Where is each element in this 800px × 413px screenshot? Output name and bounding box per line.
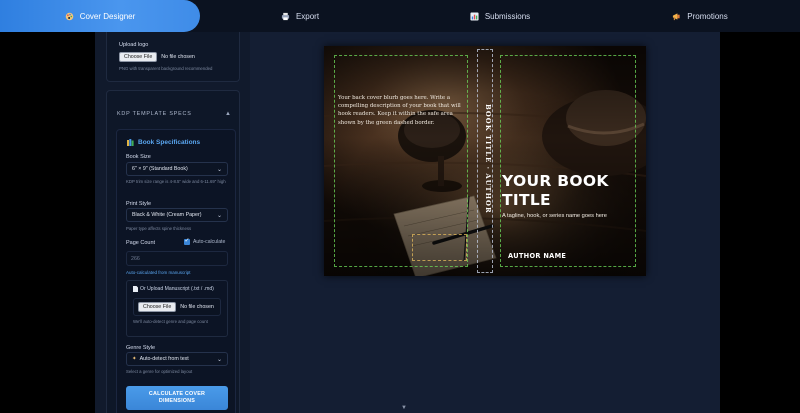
- printer-icon: [281, 12, 290, 20]
- page-count-note: Auto-calculated from manuscript: [126, 270, 191, 275]
- genre-style-hint: Select a genre for optimized layout: [126, 369, 193, 374]
- tab-export[interactable]: Export: [200, 0, 400, 32]
- book-specs-title: Book Specifications: [138, 139, 201, 146]
- upload-logo-label: Upload logo: [119, 42, 149, 48]
- sidebar: Upload logo Choose File No file chosen P…: [95, 32, 250, 413]
- spine-title-text[interactable]: BOOK TITLE · AUTHOR: [476, 104, 492, 224]
- top-navigation: Cover Designer Export Submissions Promot…: [0, 0, 800, 32]
- manuscript-file-input[interactable]: Choose File No file chosen: [133, 297, 221, 316]
- kdp-section-title: KDP TEMPLATE SPECS: [117, 111, 192, 117]
- tab-label: Export: [295, 11, 320, 21]
- manuscript-label: Or Upload Manuscript (.txt / .md): [140, 286, 214, 292]
- manuscript-choose-file-button[interactable]: Choose File: [138, 301, 177, 312]
- calculate-cover-dimensions-button[interactable]: CALCULATE COVER DIMENSIONS: [126, 386, 228, 410]
- auto-calculate-label: Auto-calculate: [193, 239, 226, 245]
- back-cover-blurb[interactable]: Your back cover blurb goes here. Write a…: [338, 94, 468, 127]
- front-cover-author[interactable]: AUTHOR NAME: [508, 252, 566, 260]
- logo-upload-card: Upload logo Choose File No file chosen P…: [106, 32, 240, 82]
- genre-style-value: Auto-detect from text: [139, 356, 189, 362]
- tab-promotions[interactable]: Promotions: [600, 0, 800, 32]
- print-style-select[interactable]: Black & White (Cream Paper) ⌄: [126, 208, 228, 222]
- logo-choose-file-button[interactable]: Choose File: [119, 52, 158, 62]
- genre-style-select[interactable]: ✦ Auto-detect from text ⌄: [126, 352, 228, 366]
- page-count-value: 266: [131, 256, 140, 262]
- tab-label: Promotions: [687, 11, 728, 21]
- left-gutter: [0, 32, 95, 413]
- kdp-specs-section: KDP TEMPLATE SPECS ▲ Book Specifications…: [106, 90, 240, 413]
- print-style-hint: Paper type affects spine thickness: [126, 226, 192, 231]
- print-style-label: Print Style: [126, 201, 152, 207]
- document-icon: [133, 286, 138, 292]
- genre-select-content: ✦ Auto-detect from text: [132, 356, 189, 362]
- palette-icon: [65, 12, 73, 20]
- logo-file-input[interactable]: Choose File No file chosen: [119, 52, 227, 62]
- logo-file-status: No file chosen: [161, 54, 195, 60]
- book-size-select[interactable]: 6" × 9" (Standard Book) ⌄: [126, 162, 228, 176]
- kdp-section-header[interactable]: KDP TEMPLATE SPECS ▲: [117, 111, 231, 117]
- book-size-label: Book Size: [126, 154, 151, 160]
- page-count-label: Page Count: [126, 240, 156, 246]
- manuscript-hint: We'll auto-detect genre and page count: [133, 318, 208, 324]
- sparkle-icon: ✦: [132, 356, 137, 362]
- auto-calculate-toggle[interactable]: ✓ Auto-calculate: [184, 238, 226, 245]
- scroll-down-icon[interactable]: ▼: [400, 405, 408, 413]
- auto-calculate-checkbox[interactable]: ✓: [184, 238, 190, 245]
- right-gutter: [720, 32, 800, 413]
- tab-submissions[interactable]: Submissions: [400, 0, 600, 32]
- book-size-hint: KDP trim size range is 4-8.5" wide and 6…: [126, 179, 226, 184]
- tab-label: Cover Designer: [79, 11, 136, 21]
- chart-icon: [470, 11, 479, 21]
- tab-label: Submissions: [484, 11, 531, 21]
- manuscript-file-status: No file chosen: [180, 303, 214, 310]
- front-cover-title[interactable]: YOUR BOOK TITLE: [502, 172, 642, 210]
- manuscript-label-row: Or Upload Manuscript (.txt / .md): [133, 286, 221, 293]
- book-specs-panel: Book Specifications Book Size 6" × 9" (S…: [116, 129, 236, 413]
- sidebar-scroll-area[interactable]: Upload logo Choose File No file chosen P…: [95, 32, 250, 413]
- tab-cover-designer[interactable]: Cover Designer: [0, 0, 200, 32]
- chevron-down-icon: ⌄: [216, 166, 222, 173]
- book-specs-header: Book Specifications: [127, 139, 200, 146]
- front-cover-tagline[interactable]: A tagline, hook, or series name goes her…: [502, 213, 642, 219]
- genre-style-label: Genre Style: [126, 345, 156, 351]
- chevron-down-icon: ⌄: [216, 212, 222, 219]
- books-icon: [127, 139, 134, 146]
- checkmark-icon: ✓: [184, 238, 190, 244]
- page-count-input[interactable]: 266: [126, 251, 228, 266]
- book-size-value: 6" × 9" (Standard Book): [132, 166, 188, 172]
- megaphone-icon: [673, 12, 680, 20]
- manuscript-upload-box[interactable]: Or Upload Manuscript (.txt / .md) Choose…: [126, 280, 228, 337]
- triangle-up-icon: ▲: [225, 111, 231, 117]
- chevron-down-icon: ⌄: [216, 356, 222, 363]
- logo-hint: PNG with transparent background recommen…: [119, 66, 213, 71]
- print-style-value: Black & White (Cream Paper): [132, 212, 202, 218]
- book-cover-canvas[interactable]: Your back cover blurb goes here. Write a…: [324, 46, 646, 276]
